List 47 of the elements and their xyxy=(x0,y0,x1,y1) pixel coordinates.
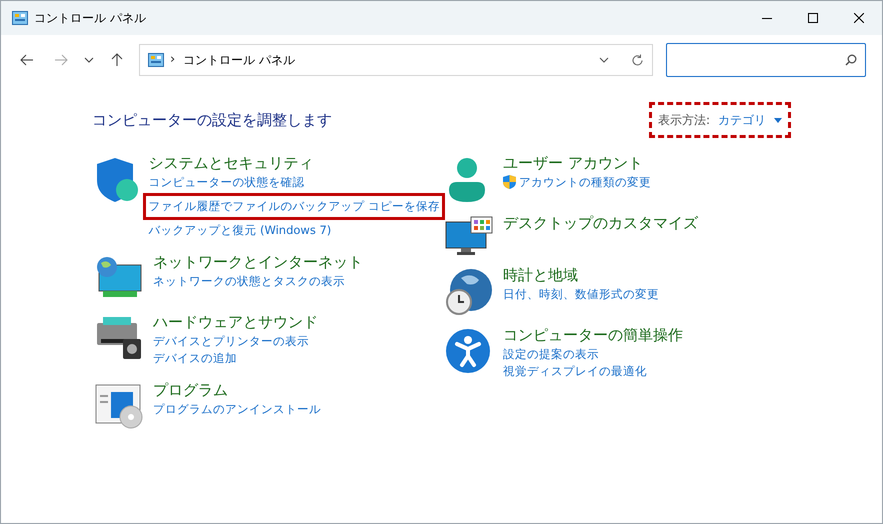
desktop-monitor-icon xyxy=(445,216,493,256)
close-icon xyxy=(854,13,864,23)
shield-icon xyxy=(95,156,141,204)
category-link[interactable]: デバイスとプリンターの表示 xyxy=(153,332,309,350)
view-by-value[interactable]: カテゴリ xyxy=(718,111,766,130)
category-link[interactable]: ファイル履歴でファイルのバックアップ コピーを保存 xyxy=(148,198,440,214)
category-link[interactable]: ネットワークの状態とタスクの表示 xyxy=(153,272,345,290)
breadcrumb-item[interactable]: コントロール パネル xyxy=(183,51,296,69)
category-title[interactable]: コンピューターの簡単操作 xyxy=(503,324,683,346)
window-title: コントロール パネル xyxy=(34,10,146,27)
address-bar[interactable]: › コントロール パネル xyxy=(139,44,653,76)
control-panel-icon xyxy=(148,53,164,67)
maximize-icon xyxy=(808,13,818,23)
network-monitor-icon xyxy=(95,254,143,298)
chevron-down-icon xyxy=(599,57,609,63)
category-link[interactable]: デバイスの追加 xyxy=(153,350,237,366)
category-title[interactable]: 時計と地域 xyxy=(503,264,659,286)
category-link[interactable]: コンピューターの状態を確認 xyxy=(148,174,304,190)
view-by-label: 表示方法: xyxy=(658,112,710,130)
globe-clock-icon xyxy=(445,268,493,316)
dropdown-arrow-icon xyxy=(774,118,782,123)
up-arrow-icon xyxy=(111,53,123,67)
category-title[interactable]: プログラム xyxy=(153,378,321,400)
category-link[interactable]: プログラムのアンインストール xyxy=(153,400,321,418)
control-panel-icon xyxy=(12,11,28,25)
category-title[interactable]: デスクトップのカスタマイズ xyxy=(503,212,698,234)
back-arrow-icon xyxy=(20,54,34,66)
category-link[interactable]: 視覚ディスプレイの最適化 xyxy=(503,362,647,380)
breadcrumb-separator: › xyxy=(170,51,176,70)
category-link[interactable]: 設定の提案の表示 xyxy=(503,346,599,362)
view-by-control[interactable]: 表示方法: カテゴリ xyxy=(658,111,782,130)
category-link[interactable]: 日付、時刻、数値形式の変更 xyxy=(503,286,659,302)
page-heading: コンピューターの設定を調整します xyxy=(92,110,332,131)
category-title[interactable]: ネットワークとインターネット xyxy=(153,250,363,272)
printer-speaker-icon xyxy=(95,314,143,360)
search-icon xyxy=(845,54,857,66)
category-link[interactable]: バックアップと復元 (Windows 7) xyxy=(148,222,332,238)
category-title[interactable]: システムとセキュリティ xyxy=(148,152,445,174)
category-title[interactable]: ハードウェアとサウンド xyxy=(153,310,318,332)
refresh-icon xyxy=(631,54,644,66)
category-title[interactable]: ユーザー アカウント xyxy=(503,152,651,174)
program-window-icon xyxy=(95,382,143,428)
forward-arrow-icon xyxy=(54,54,68,66)
accessibility-icon xyxy=(445,328,491,374)
chevron-down-icon xyxy=(84,57,94,63)
category-link[interactable]: アカウントの種類の変更 xyxy=(503,174,651,190)
search-field[interactable] xyxy=(666,43,866,77)
